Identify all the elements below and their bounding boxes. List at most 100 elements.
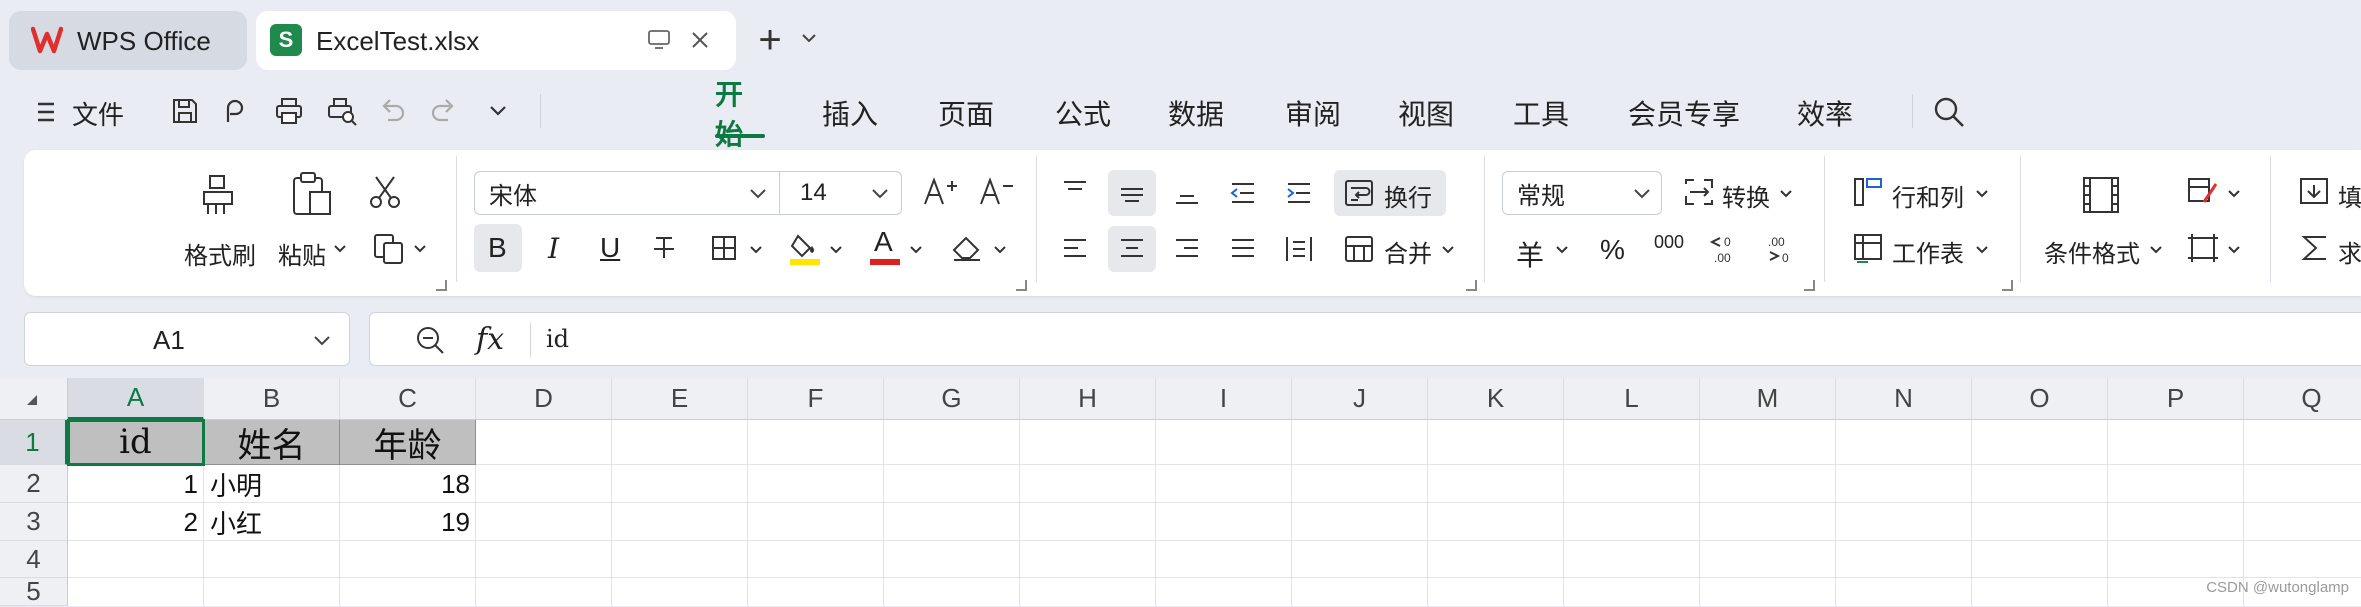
decrease-font-icon[interactable]	[978, 176, 1014, 208]
align-top-icon[interactable]	[1060, 178, 1090, 204]
column-header[interactable]: O	[1972, 378, 2108, 420]
cell-a3[interactable]: 2	[68, 503, 204, 541]
rows-columns-icon[interactable]	[1852, 176, 1884, 208]
worksheet-icon[interactable]	[1852, 232, 1884, 264]
new-tab-button[interactable]: +	[752, 20, 788, 60]
decrease-indent-icon[interactable]	[1228, 180, 1258, 206]
convert-icon[interactable]	[1682, 176, 1716, 208]
monitor-icon[interactable]	[648, 30, 670, 50]
merge-cells-icon[interactable]	[1344, 234, 1374, 264]
row-header[interactable]: 4	[0, 541, 68, 578]
format-painter-icon[interactable]	[196, 172, 240, 218]
menu-tab[interactable]: 数据	[1168, 92, 1224, 134]
thousands-separator-button[interactable]: 000	[1654, 232, 1684, 253]
rows-columns-button[interactable]: 行和列	[1892, 178, 1964, 213]
menu-tab[interactable]: 公式	[1055, 92, 1111, 134]
row-header[interactable]: 1	[0, 420, 68, 465]
font-size-select[interactable]: 14	[779, 171, 902, 215]
cell-c2[interactable]: 18	[340, 465, 476, 503]
align-right-icon[interactable]	[1172, 236, 1202, 262]
chevron-down-icon[interactable]	[1442, 246, 1454, 254]
chevron-down-icon[interactable]	[910, 246, 922, 254]
conditional-format-icon[interactable]	[2078, 172, 2124, 218]
column-header[interactable]: M	[1700, 378, 1836, 420]
menu-tab[interactable]: 工具	[1513, 92, 1569, 134]
cell-b1[interactable]: 姓名	[204, 420, 340, 465]
table-format-icon[interactable]	[2186, 232, 2220, 264]
chevron-down-icon[interactable]	[313, 335, 331, 347]
paste-icon[interactable]	[288, 170, 334, 218]
menu-tab[interactable]: 效率	[1797, 92, 1853, 134]
chevron-down-icon[interactable]	[1976, 246, 1988, 254]
formula-input[interactable]: id	[546, 325, 569, 353]
cell-c1[interactable]: 年龄	[340, 420, 476, 465]
menu-tab[interactable]: 页面	[938, 92, 994, 134]
currency-button[interactable]: 羊	[1516, 234, 1544, 274]
cell-style-icon[interactable]	[2186, 176, 2220, 208]
align-bottom-icon[interactable]	[1172, 180, 1202, 206]
column-header[interactable]: D	[476, 378, 612, 420]
chevron-down-icon[interactable]	[334, 245, 346, 253]
tab-wps-office[interactable]: WPS Office	[9, 11, 247, 70]
column-header[interactable]: I	[1156, 378, 1292, 420]
align-middle-icon[interactable]	[1117, 180, 1147, 206]
dialog-launcher-icon[interactable]	[2002, 280, 2013, 291]
italic-button[interactable]: I	[548, 232, 559, 265]
hamburger-icon[interactable]	[36, 100, 56, 124]
select-all-corner[interactable]	[0, 378, 68, 420]
zoom-formula-icon[interactable]	[415, 325, 445, 355]
undo-icon[interactable]	[378, 96, 406, 124]
fill-icon[interactable]	[2298, 176, 2330, 208]
spreadsheet-grid[interactable]: ABCDEFGHIJKLMNOPQ 12345 id 姓名 年龄 1 小明 18…	[0, 378, 2361, 606]
row-header[interactable]: 3	[0, 503, 68, 541]
print-icon[interactable]	[274, 96, 304, 126]
dialog-launcher-icon[interactable]	[1016, 280, 1027, 291]
chevron-down-icon[interactable]	[830, 246, 842, 254]
conditional-format-button[interactable]: 条件格式	[2044, 234, 2140, 269]
chevron-down-icon[interactable]	[2150, 246, 2162, 254]
column-header[interactable]: F	[748, 378, 884, 420]
chevron-down-icon[interactable]	[800, 32, 818, 44]
print-preview-icon[interactable]	[326, 96, 358, 126]
merge-button[interactable]: 合并	[1384, 234, 1432, 269]
redo-icon[interactable]	[430, 96, 458, 124]
justify-icon[interactable]	[1228, 236, 1258, 262]
chevron-down-icon[interactable]	[1976, 190, 1988, 198]
row-header[interactable]: 5	[0, 576, 68, 606]
number-format-select[interactable]: 常规	[1502, 171, 1662, 215]
decrease-decimal-icon[interactable]: .00 0	[1764, 232, 1798, 266]
increase-decimal-icon[interactable]: 0.00	[1708, 232, 1742, 266]
dialog-launcher-icon[interactable]	[1804, 280, 1815, 291]
menu-tab[interactable]: 插入	[822, 92, 878, 134]
column-header[interactable]: P	[2108, 378, 2244, 420]
column-header[interactable]: E	[612, 378, 748, 420]
name-box[interactable]: A1	[24, 312, 350, 366]
column-header[interactable]: A	[68, 378, 204, 420]
fill-button[interactable]: 填	[2338, 178, 2361, 213]
chevron-down-icon[interactable]	[488, 104, 508, 118]
increase-indent-icon[interactable]	[1284, 180, 1314, 206]
increase-font-icon[interactable]	[922, 176, 958, 208]
copy-icon[interactable]	[372, 232, 406, 266]
eraser-icon[interactable]	[950, 232, 984, 262]
fill-color-icon[interactable]	[790, 230, 822, 266]
column-header[interactable]: L	[1564, 378, 1700, 420]
strikethrough-icon[interactable]	[650, 234, 678, 262]
tab-exceltest[interactable]: S ExcelTest.xlsx	[256, 11, 736, 70]
chevron-down-icon[interactable]	[1556, 246, 1568, 254]
cell-b3[interactable]: 小红	[204, 503, 340, 541]
column-header[interactable]: H	[1020, 378, 1156, 420]
column-header[interactable]: Q	[2244, 378, 2361, 420]
worksheet-button[interactable]: 工作表	[1892, 234, 1964, 269]
fx-button[interactable]: fx	[476, 322, 504, 357]
chevron-down-icon[interactable]	[994, 246, 1006, 254]
chevron-down-icon[interactable]	[750, 246, 762, 254]
align-center-icon[interactable]	[1117, 236, 1147, 262]
bold-button[interactable]: B	[488, 232, 507, 264]
column-header[interactable]: N	[1836, 378, 1972, 420]
dialog-launcher-icon[interactable]	[436, 280, 447, 291]
convert-button[interactable]: 转换	[1722, 178, 1770, 213]
paste-button[interactable]: 粘贴	[278, 236, 326, 271]
percent-button[interactable]: %	[1600, 234, 1625, 266]
chevron-down-icon[interactable]	[2228, 246, 2240, 254]
